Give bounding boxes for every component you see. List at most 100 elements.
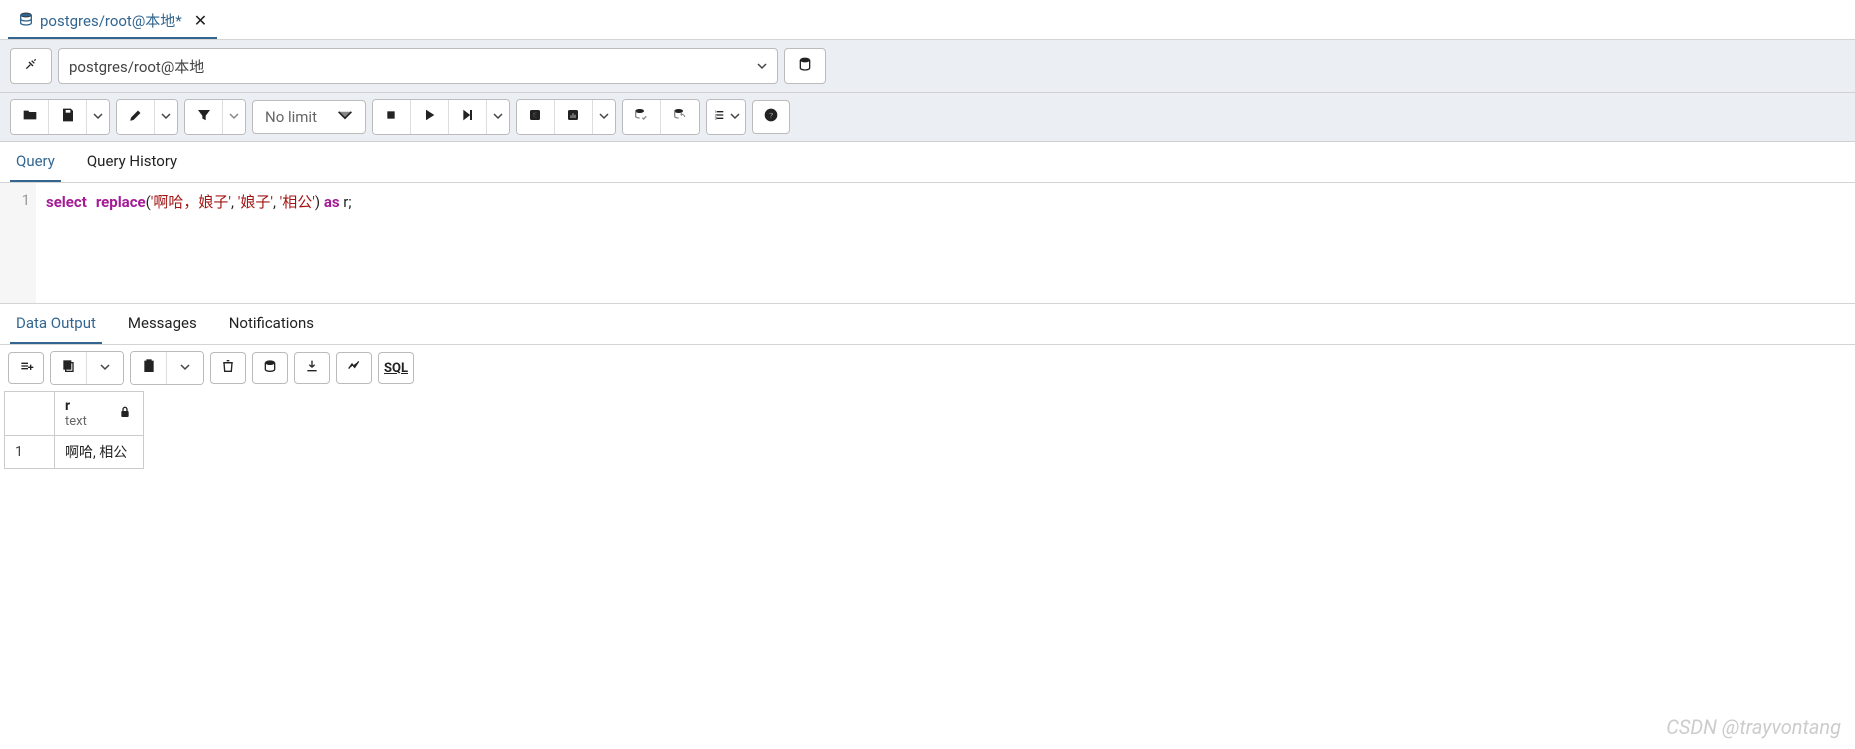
editor-tab[interactable]: postgres/root@本地* ✕ [8,4,217,39]
limit-label: No limit [265,108,317,126]
help-button[interactable]: ? [752,100,790,134]
analyze-button[interactable] [555,100,593,134]
sql-button[interactable]: SQL [378,352,414,384]
table-row[interactable]: 1 啊哈, 相公 [5,436,144,469]
sql-label: SQL [384,361,408,376]
tab-query[interactable]: Query [10,142,61,182]
paste-button-group [130,351,204,385]
tab-query-history[interactable]: Query History [81,142,183,182]
tab-notifications[interactable]: Notifications [223,304,320,344]
download-button[interactable] [294,352,330,384]
sql-editor[interactable]: 1 select replace('啊哈，娘子', '娘子', '相公') as… [0,183,1855,303]
explain-icon: E [527,107,543,127]
stop-icon [383,107,399,127]
chart-icon [565,107,581,127]
connection-status-button[interactable] [10,48,52,84]
tab-data-output[interactable]: Data Output [10,304,102,344]
editor-gutter: 1 [0,183,36,303]
filter-dropdown[interactable] [223,100,245,134]
database-icon [18,11,34,31]
column-name: r [65,398,87,414]
copy-dropdown[interactable] [87,352,123,384]
result-toolbar: SQL [0,345,1855,391]
database-button[interactable] [784,48,826,84]
lock-icon [117,404,133,424]
limit-select[interactable]: No limit [252,100,366,134]
delete-button[interactable] [210,352,246,384]
chevron-down-icon [757,57,767,75]
grid-corner[interactable] [5,392,55,436]
list-icon: 123 [712,107,728,127]
run-button[interactable] [411,100,449,134]
chevron-down-icon [493,109,503,125]
pencil-icon [128,107,144,127]
filter-icon [196,107,212,127]
open-button[interactable] [11,100,49,134]
copy-icon [61,358,77,378]
commit-button[interactable] [623,100,661,134]
add-row-button[interactable] [8,352,44,384]
macro-button[interactable]: 123 [707,100,745,134]
stop-button[interactable] [373,100,411,134]
plug-icon [23,56,39,76]
connection-select[interactable]: postgres/root@本地 [58,48,778,84]
chevron-down-icon [100,360,110,376]
trash-icon [220,358,236,378]
chevron-down-icon [730,109,740,125]
explain-button[interactable] [449,100,487,134]
watermark: CSDN @trayvontang [1666,715,1841,739]
chevron-down-icon [599,109,609,125]
save-dropdown[interactable] [87,100,109,134]
chevron-down-icon [229,109,239,125]
chevron-down-icon [180,360,190,376]
token-keyword: select [46,193,87,211]
save-data-button[interactable] [252,352,288,384]
main-toolbar: No limit E 123 ? [0,92,1855,142]
explain-e-button[interactable]: E [517,100,555,134]
cell-value[interactable]: 啊哈, 相公 [55,436,144,469]
filter-button[interactable] [185,100,223,134]
save-icon [60,107,76,127]
run-button-group [372,99,510,135]
close-icon[interactable]: ✕ [194,11,207,30]
explain-dropdown[interactable] [593,100,615,134]
copy-button-group [50,351,124,385]
explain-button-group: E [516,99,616,135]
token-function: replace [96,193,146,211]
copy-button[interactable] [51,352,87,384]
edit-dropdown[interactable] [155,100,177,134]
token-punct: , [273,193,280,211]
token-punct: ; [348,193,351,211]
row-number: 1 [5,436,55,469]
db-undo-icon [672,107,688,127]
download-icon [304,358,320,378]
token-string: '娘子' [238,193,273,211]
query-tabs: Query Query History [0,142,1855,183]
db-save-icon [262,358,278,378]
connection-row: postgres/root@本地 [0,40,1855,92]
editor-code[interactable]: select replace('啊哈，娘子', '娘子', '相公') as r… [36,183,1855,303]
commit-button-group [622,99,700,135]
tab-messages[interactable]: Messages [122,304,203,344]
paste-dropdown[interactable] [167,352,203,384]
play-icon [421,107,437,127]
token-string: '啊哈，娘子' [151,193,231,211]
paste-button[interactable] [131,352,167,384]
caret-down-icon [337,107,353,127]
connection-label: postgres/root@本地 [69,56,204,77]
file-button-group [10,99,110,135]
edit-button[interactable] [117,100,155,134]
database-icon [797,56,813,76]
chevron-down-icon [161,109,171,125]
column-header[interactable]: r text [55,392,144,436]
column-type: text [65,414,87,429]
svg-text:E: E [533,111,537,120]
db-check-icon [633,107,649,127]
save-button[interactable] [49,100,87,134]
run-dropdown[interactable] [487,100,509,134]
tab-title: postgres/root@本地* [40,10,182,31]
graph-button[interactable] [336,352,372,384]
folder-icon [22,107,38,127]
rollback-button[interactable] [661,100,699,134]
help-icon: ? [763,107,779,127]
